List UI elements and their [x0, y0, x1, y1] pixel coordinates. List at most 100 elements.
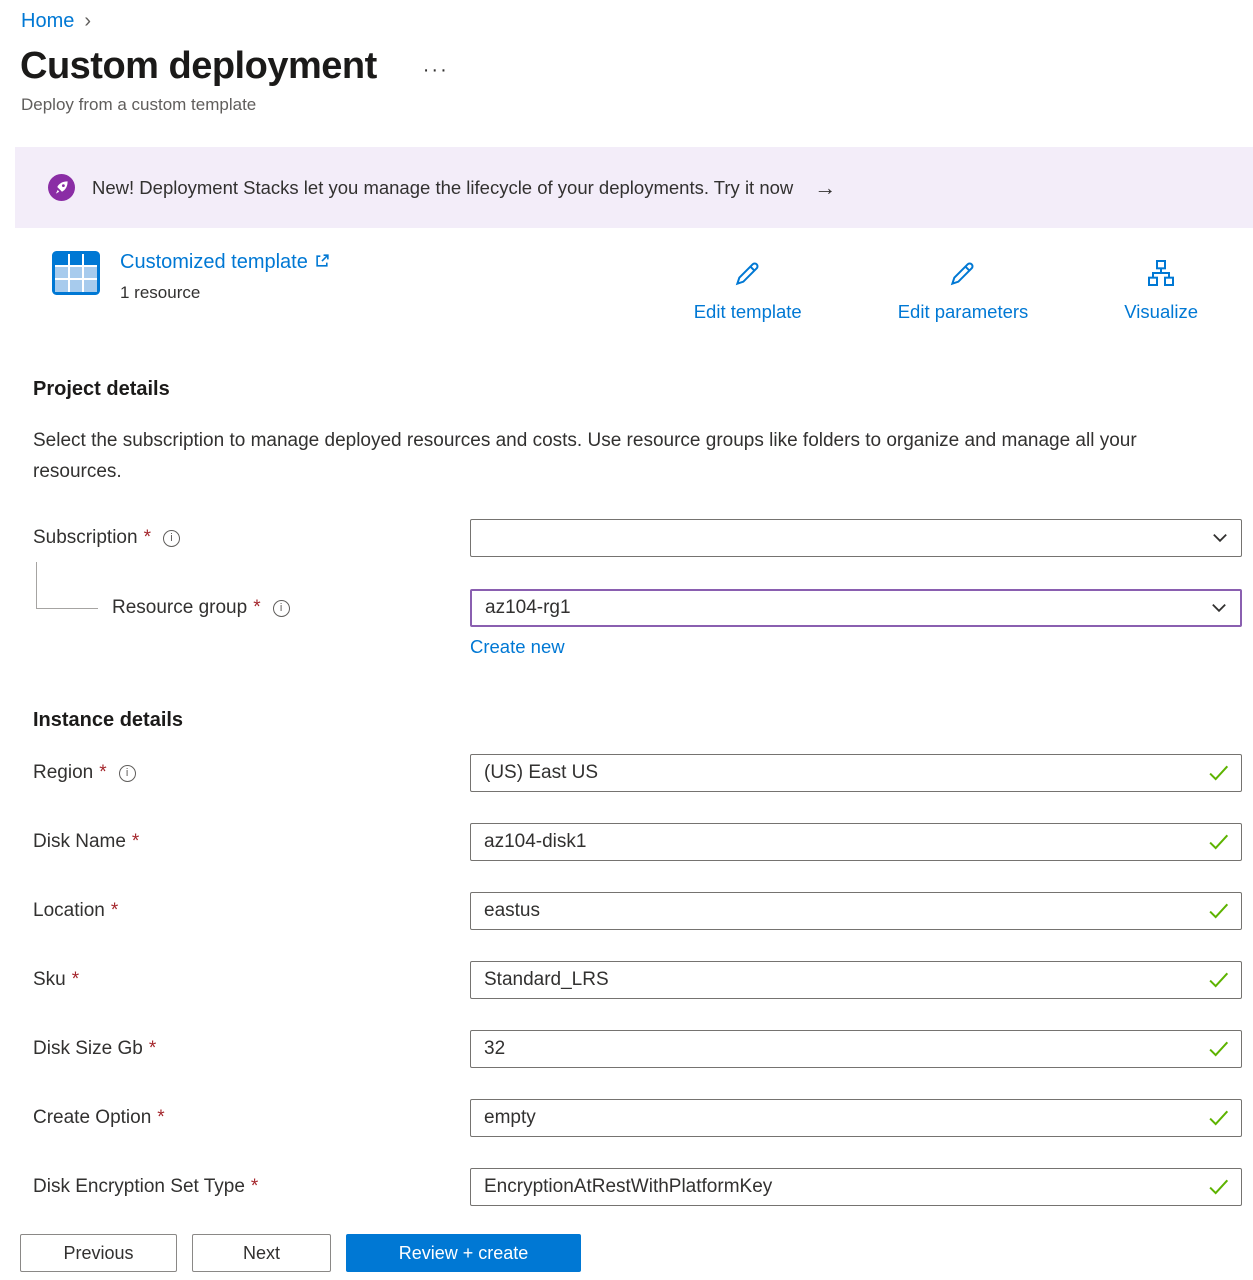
instance-details-form: Region * i (US) East US Disk Name * az10… [0, 754, 1253, 1206]
subscription-dropdown[interactable] [470, 519, 1242, 557]
checkmark-icon [1209, 1110, 1229, 1126]
required-asterisk: * [144, 527, 151, 549]
subscription-label: Subscription [33, 527, 138, 549]
edit-parameters-action[interactable]: Edit parameters [898, 257, 1029, 323]
checkmark-icon [1209, 1179, 1229, 1195]
info-icon[interactable]: i [273, 600, 290, 617]
disk-name-value: az104-disk1 [484, 831, 1209, 853]
subscription-label-cell: Subscription * i [33, 519, 470, 557]
create-new-row: Create new [33, 636, 1242, 658]
checkmark-icon [1209, 834, 1229, 850]
visualize-icon [1145, 257, 1177, 294]
sku-label-cell: Sku * [33, 961, 470, 999]
template-info: Customized template 1 resource [52, 251, 694, 303]
edit-parameters-label: Edit parameters [898, 301, 1029, 323]
info-icon[interactable]: i [163, 530, 180, 547]
disk-size-input[interactable]: 32 [470, 1030, 1242, 1068]
create-option-label: Create Option [33, 1107, 151, 1129]
location-value: eastus [484, 900, 1209, 922]
instance-details-heading: Instance details [0, 709, 1253, 732]
sku-label: Sku [33, 969, 66, 991]
checkmark-icon [1209, 1041, 1229, 1057]
template-link-label: Customized template [120, 251, 308, 274]
disk-size-label-cell: Disk Size Gb * [33, 1030, 470, 1068]
checkmark-icon [1209, 903, 1229, 919]
customized-template-link[interactable]: Customized template [120, 251, 330, 274]
region-row: Region * i (US) East US [33, 754, 1242, 792]
resource-group-dropdown[interactable]: az104-rg1 [470, 589, 1242, 627]
rocket-icon [48, 174, 75, 201]
region-label: Region [33, 762, 93, 784]
location-label: Location [33, 900, 105, 922]
checkmark-icon [1209, 765, 1229, 781]
sku-row: Sku * Standard_LRS [33, 961, 1242, 999]
checkmark-icon [1209, 972, 1229, 988]
chevron-right-icon: › [84, 10, 91, 33]
create-option-label-cell: Create Option * [33, 1099, 470, 1137]
disk-size-row: Disk Size Gb * 32 [33, 1030, 1242, 1068]
external-link-icon [315, 251, 330, 274]
disk-name-input[interactable]: az104-disk1 [470, 823, 1242, 861]
template-row: Customized template 1 resource [52, 251, 1198, 323]
footer-bar: Previous Next Review + create [0, 1218, 1253, 1280]
resource-group-row: Resource group * i az104-rg1 [33, 589, 1242, 627]
create-option-input[interactable]: empty [470, 1099, 1242, 1137]
create-option-value: empty [484, 1107, 1209, 1129]
disk-encryption-label-cell: Disk Encryption Set Type * [33, 1168, 470, 1206]
create-new-link[interactable]: Create new [470, 636, 565, 657]
location-row: Location * eastus [33, 892, 1242, 930]
info-icon[interactable]: i [119, 765, 136, 782]
breadcrumb-home-link[interactable]: Home [21, 10, 74, 33]
sku-input[interactable]: Standard_LRS [470, 961, 1242, 999]
project-details-heading: Project details [0, 378, 1253, 401]
sku-value: Standard_LRS [484, 969, 1209, 991]
disk-name-label: Disk Name [33, 831, 126, 853]
required-asterisk: * [157, 1107, 164, 1129]
required-asterisk: * [251, 1176, 258, 1198]
edit-template-action[interactable]: Edit template [694, 257, 802, 323]
required-asterisk: * [99, 762, 106, 784]
page-subtitle: Deploy from a custom template [0, 95, 1253, 115]
required-asterisk: * [72, 969, 79, 991]
location-input[interactable]: eastus [470, 892, 1242, 930]
previous-button[interactable]: Previous [20, 1234, 177, 1272]
subscription-row: Subscription * i [33, 519, 1242, 557]
edit-template-label: Edit template [694, 301, 802, 323]
arrow-right-icon[interactable]: → [814, 175, 836, 201]
required-asterisk: * [149, 1038, 156, 1060]
create-option-row: Create Option * empty [33, 1099, 1242, 1137]
required-asterisk: * [132, 831, 139, 853]
region-input[interactable]: (US) East US [470, 754, 1242, 792]
pencil-icon [947, 257, 979, 294]
resource-group-label-cell: Resource group * i [33, 589, 470, 627]
location-label-cell: Location * [33, 892, 470, 930]
resource-group-value: az104-rg1 [485, 597, 1210, 619]
disk-size-value: 32 [484, 1038, 1209, 1060]
disk-encryption-value: EncryptionAtRestWithPlatformKey [484, 1176, 1209, 1198]
chevron-down-icon [1211, 529, 1229, 547]
region-label-cell: Region * i [33, 754, 470, 792]
visualize-action[interactable]: Visualize [1124, 257, 1198, 323]
chevron-down-icon [1210, 599, 1228, 617]
custom-deployment-page: Home › Custom deployment ··· Deploy from… [0, 0, 1253, 1206]
pencil-icon [732, 257, 764, 294]
title-row: Custom deployment ··· [0, 45, 1253, 88]
resource-group-label: Resource group [112, 597, 247, 619]
review-create-button[interactable]: Review + create [346, 1234, 581, 1272]
deployment-stacks-banner[interactable]: New! Deployment Stacks let you manage th… [15, 147, 1253, 228]
template-actions: Edit template Edit parameters [694, 257, 1198, 323]
more-options-button[interactable]: ··· [423, 59, 449, 82]
visualize-label: Visualize [1124, 301, 1198, 323]
project-details-form: Subscription * i Resource group * i [0, 519, 1253, 658]
disk-encryption-label: Disk Encryption Set Type [33, 1176, 245, 1198]
disk-name-row: Disk Name * az104-disk1 [33, 823, 1242, 861]
template-resource-count: 1 resource [120, 283, 330, 303]
disk-encryption-input[interactable]: EncryptionAtRestWithPlatformKey [470, 1168, 1242, 1206]
banner-text: New! Deployment Stacks let you manage th… [92, 177, 793, 199]
disk-size-label: Disk Size Gb [33, 1038, 143, 1060]
disk-encryption-set-type-row: Disk Encryption Set Type * EncryptionAtR… [33, 1168, 1242, 1206]
disk-name-label-cell: Disk Name * [33, 823, 470, 861]
next-button[interactable]: Next [192, 1234, 331, 1272]
required-asterisk: * [253, 597, 260, 619]
page-title: Custom deployment [20, 45, 377, 88]
